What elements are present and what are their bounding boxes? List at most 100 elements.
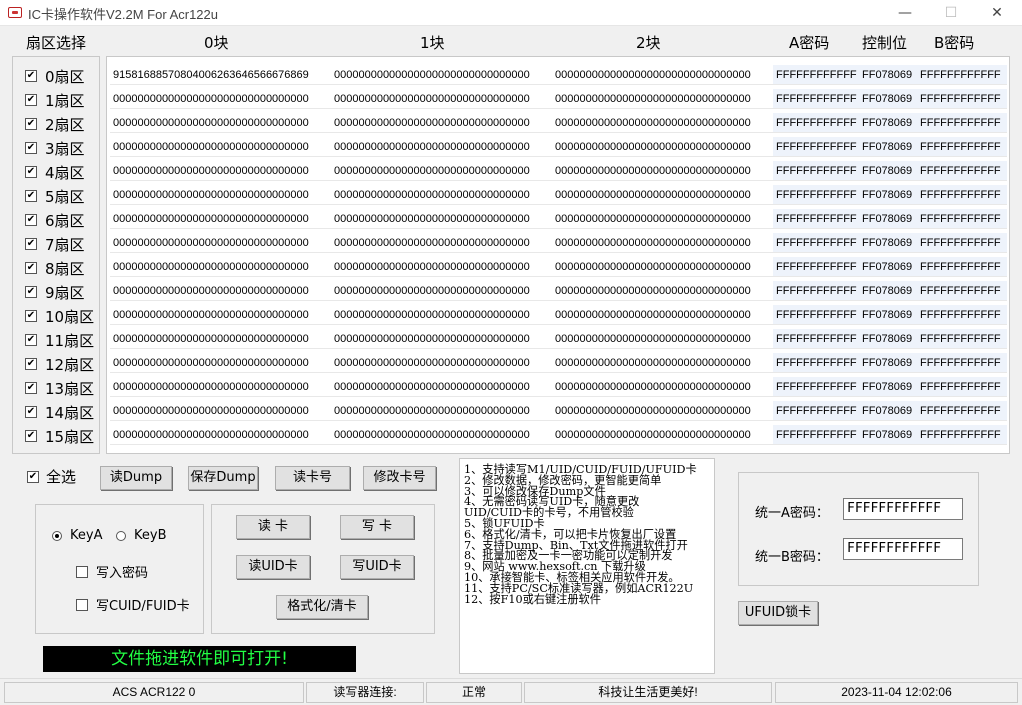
sector-1-block1-cell[interactable]: 00000000000000000000000000000000 <box>331 89 553 109</box>
sector-4-key-b-cell[interactable]: FFFFFFFFFFFF <box>917 161 1007 181</box>
sector-checkbox-14[interactable]: ✔ 14扇区 <box>25 401 94 423</box>
close-button[interactable]: ✕ <box>974 0 1020 26</box>
sector-1-key-b-cell[interactable]: FFFFFFFFFFFF <box>917 89 1007 109</box>
sector-8-key-b-cell[interactable]: FFFFFFFFFFFF <box>917 257 1007 277</box>
write-password-checkbox[interactable]: 写入密码 <box>76 562 148 581</box>
write-cuid-fuid-checkbox[interactable]: 写CUID/FUID卡 <box>76 595 190 614</box>
sector-12-control-cell[interactable]: FF078069 <box>859 353 917 373</box>
sector-10-block0-cell[interactable]: 00000000000000000000000000000000 <box>110 305 332 325</box>
sector-7-key-b-cell[interactable]: FFFFFFFFFFFF <box>917 233 1007 253</box>
sector-checkbox-13[interactable]: ✔ 13扇区 <box>25 377 94 399</box>
sector-15-control-cell[interactable]: FF078069 <box>859 425 917 445</box>
sector-2-key-a-cell[interactable]: FFFFFFFFFFFF <box>773 113 859 133</box>
sector-checkbox-3[interactable]: ✔ 3扇区 <box>25 137 85 159</box>
sector-7-control-cell[interactable]: FF078069 <box>859 233 917 253</box>
sector-15-key-b-cell[interactable]: FFFFFFFFFFFF <box>917 425 1007 445</box>
sector-3-control-cell[interactable]: FF078069 <box>859 137 917 157</box>
sector-checkbox-1[interactable]: ✔ 1扇区 <box>25 89 85 111</box>
sector-14-key-a-cell[interactable]: FFFFFFFFFFFF <box>773 401 859 421</box>
sector-15-block2-cell[interactable]: 00000000000000000000000000000000 <box>552 425 774 445</box>
sector-3-key-a-cell[interactable]: FFFFFFFFFFFF <box>773 137 859 157</box>
sector-12-block1-cell[interactable]: 00000000000000000000000000000000 <box>331 353 553 373</box>
sector-0-block1-cell[interactable]: 00000000000000000000000000000000 <box>331 65 553 85</box>
sector-11-key-b-cell[interactable]: FFFFFFFFFFFF <box>917 329 1007 349</box>
sector-3-block1-cell[interactable]: 00000000000000000000000000000000 <box>331 137 553 157</box>
sector-6-control-cell[interactable]: FF078069 <box>859 209 917 229</box>
sector-5-control-cell[interactable]: FF078069 <box>859 185 917 205</box>
save-dump-button[interactable]: 保存Dump <box>188 466 258 490</box>
sector-5-key-a-cell[interactable]: FFFFFFFFFFFF <box>773 185 859 205</box>
unified-key-b-input[interactable]: FFFFFFFFFFFF <box>843 538 963 560</box>
sector-0-key-a-cell[interactable]: FFFFFFFFFFFF <box>773 65 859 85</box>
write-card-button[interactable]: 写 卡 <box>340 515 414 539</box>
sector-checkbox-8[interactable]: ✔ 8扇区 <box>25 257 85 279</box>
sector-6-block2-cell[interactable]: 00000000000000000000000000000000 <box>552 209 774 229</box>
select-all-checkbox[interactable]: ✔ 全选 <box>27 466 76 487</box>
sector-1-block0-cell[interactable]: 00000000000000000000000000000000 <box>110 89 332 109</box>
read-card-button[interactable]: 读 卡 <box>236 515 310 539</box>
sector-checkbox-5[interactable]: ✔ 5扇区 <box>25 185 85 207</box>
sector-0-block2-cell[interactable]: 00000000000000000000000000000000 <box>552 65 774 85</box>
sector-11-key-a-cell[interactable]: FFFFFFFFFFFF <box>773 329 859 349</box>
sector-8-block0-cell[interactable]: 00000000000000000000000000000000 <box>110 257 332 277</box>
sector-10-block1-cell[interactable]: 00000000000000000000000000000000 <box>331 305 553 325</box>
minimize-button[interactable]: — <box>882 0 928 26</box>
edit-card-number-button[interactable]: 修改卡号 <box>363 466 436 490</box>
sector-9-block1-cell[interactable]: 00000000000000000000000000000000 <box>331 281 553 301</box>
sector-6-block1-cell[interactable]: 00000000000000000000000000000000 <box>331 209 553 229</box>
ufuid-lock-button[interactable]: UFUID锁卡 <box>738 601 818 625</box>
sector-checkbox-4[interactable]: ✔ 4扇区 <box>25 161 85 183</box>
sector-10-key-a-cell[interactable]: FFFFFFFFFFFF <box>773 305 859 325</box>
sector-0-block0-cell[interactable]: 91581688570804006263646566676869 <box>110 65 332 85</box>
sector-7-block2-cell[interactable]: 00000000000000000000000000000000 <box>552 233 774 253</box>
maximize-button[interactable]: ☐ <box>928 0 974 26</box>
sector-checkbox-2[interactable]: ✔ 2扇区 <box>25 113 85 135</box>
sector-2-block2-cell[interactable]: 00000000000000000000000000000000 <box>552 113 774 133</box>
sector-11-block0-cell[interactable]: 00000000000000000000000000000000 <box>110 329 332 349</box>
sector-4-block2-cell[interactable]: 00000000000000000000000000000000 <box>552 161 774 181</box>
sector-3-block0-cell[interactable]: 00000000000000000000000000000000 <box>110 137 332 157</box>
format-clear-card-button[interactable]: 格式化/清卡 <box>276 595 368 619</box>
sector-6-block0-cell[interactable]: 00000000000000000000000000000000 <box>110 209 332 229</box>
sector-1-key-a-cell[interactable]: FFFFFFFFFFFF <box>773 89 859 109</box>
sector-checkbox-0[interactable]: ✔ 0扇区 <box>25 65 85 87</box>
key-b-radio[interactable]: KeyB <box>116 528 167 543</box>
sector-checkbox-15[interactable]: ✔ 15扇区 <box>25 425 94 447</box>
sector-11-control-cell[interactable]: FF078069 <box>859 329 917 349</box>
sector-13-key-b-cell[interactable]: FFFFFFFFFFFF <box>917 377 1007 397</box>
sector-checkbox-10[interactable]: ✔ 10扇区 <box>25 305 94 327</box>
sector-8-control-cell[interactable]: FF078069 <box>859 257 917 277</box>
sector-8-block1-cell[interactable]: 00000000000000000000000000000000 <box>331 257 553 277</box>
sector-0-control-cell[interactable]: FF078069 <box>859 65 917 85</box>
sector-4-control-cell[interactable]: FF078069 <box>859 161 917 181</box>
sector-7-key-a-cell[interactable]: FFFFFFFFFFFF <box>773 233 859 253</box>
sector-4-block1-cell[interactable]: 00000000000000000000000000000000 <box>331 161 553 181</box>
sector-13-control-cell[interactable]: FF078069 <box>859 377 917 397</box>
sector-9-block2-cell[interactable]: 00000000000000000000000000000000 <box>552 281 774 301</box>
sector-0-key-b-cell[interactable]: FFFFFFFFFFFF <box>917 65 1007 85</box>
sector-9-key-a-cell[interactable]: FFFFFFFFFFFF <box>773 281 859 301</box>
sector-8-key-a-cell[interactable]: FFFFFFFFFFFF <box>773 257 859 277</box>
sector-7-block1-cell[interactable]: 00000000000000000000000000000000 <box>331 233 553 253</box>
sector-checkbox-12[interactable]: ✔ 12扇区 <box>25 353 94 375</box>
sector-6-key-a-cell[interactable]: FFFFFFFFFFFF <box>773 209 859 229</box>
sector-14-control-cell[interactable]: FF078069 <box>859 401 917 421</box>
sector-13-block1-cell[interactable]: 00000000000000000000000000000000 <box>331 377 553 397</box>
sector-2-key-b-cell[interactable]: FFFFFFFFFFFF <box>917 113 1007 133</box>
sector-14-block2-cell[interactable]: 00000000000000000000000000000000 <box>552 401 774 421</box>
sector-12-key-a-cell[interactable]: FFFFFFFFFFFF <box>773 353 859 373</box>
sector-2-block0-cell[interactable]: 00000000000000000000000000000000 <box>110 113 332 133</box>
sector-2-control-cell[interactable]: FF078069 <box>859 113 917 133</box>
sector-7-block0-cell[interactable]: 00000000000000000000000000000000 <box>110 233 332 253</box>
sector-3-block2-cell[interactable]: 00000000000000000000000000000000 <box>552 137 774 157</box>
sector-checkbox-11[interactable]: ✔ 11扇区 <box>25 329 94 351</box>
sector-9-block0-cell[interactable]: 00000000000000000000000000000000 <box>110 281 332 301</box>
sector-1-block2-cell[interactable]: 00000000000000000000000000000000 <box>552 89 774 109</box>
sector-checkbox-7[interactable]: ✔ 7扇区 <box>25 233 85 255</box>
sector-1-control-cell[interactable]: FF078069 <box>859 89 917 109</box>
sector-15-key-a-cell[interactable]: FFFFFFFFFFFF <box>773 425 859 445</box>
sector-12-block0-cell[interactable]: 00000000000000000000000000000000 <box>110 353 332 373</box>
sector-14-block1-cell[interactable]: 00000000000000000000000000000000 <box>331 401 553 421</box>
sector-15-block0-cell[interactable]: 00000000000000000000000000000000 <box>110 425 332 445</box>
sector-checkbox-6[interactable]: ✔ 6扇区 <box>25 209 85 231</box>
